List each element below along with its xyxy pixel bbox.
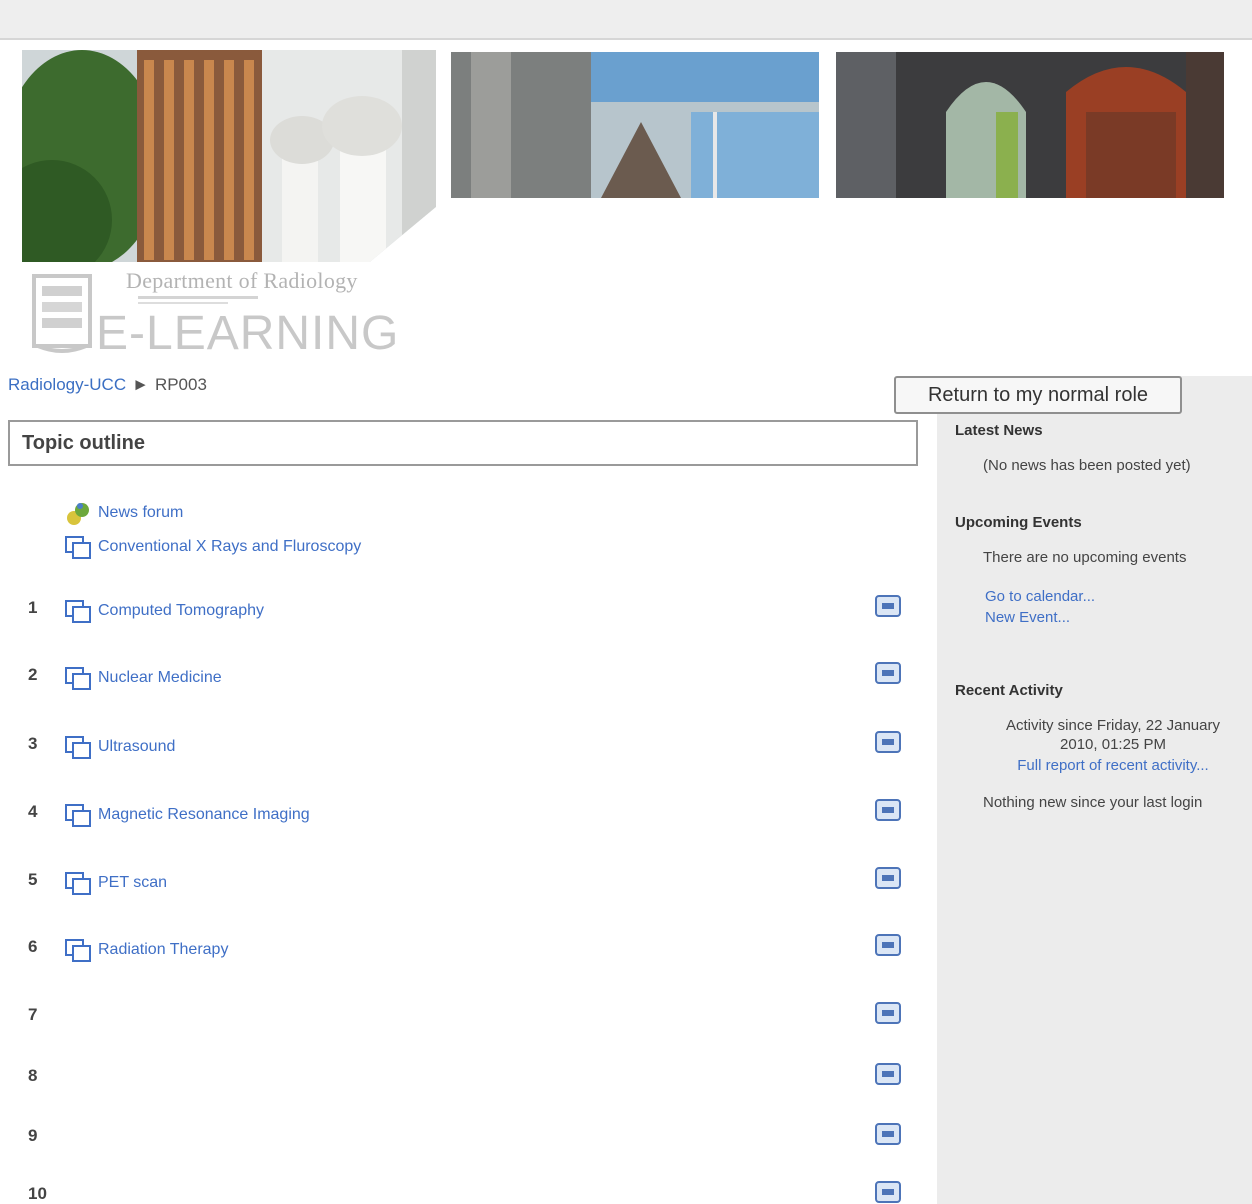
activity-since-text: Activity since Friday, 22 January <box>1006 717 1220 734</box>
return-to-normal-role-button[interactable]: Return to my normal role <box>894 376 1182 414</box>
resource-icon <box>65 939 91 962</box>
activity-conventional-xrays[interactable]: Conventional X Rays and Fluroscopy <box>64 534 361 560</box>
section-number: 8 <box>28 1066 38 1085</box>
topic-outline-title: Topic outline <box>22 432 145 454</box>
section-number: 1 <box>28 598 38 617</box>
activity-since-date: 2010, 01:25 PM <box>1060 736 1166 753</box>
resource-icon <box>65 872 91 895</box>
breadcrumb: Radiology-UCC ► RP003 <box>8 375 207 395</box>
latest-news-block: Latest News (No news has been posted yet… <box>955 422 1251 474</box>
show-only-section-icon[interactable] <box>874 594 902 618</box>
show-only-section-icon[interactable] <box>874 1062 902 1086</box>
show-only-section-icon[interactable] <box>874 730 902 754</box>
header-photo-building-columns <box>22 50 436 262</box>
go-to-calendar-link[interactable]: Go to calendar... <box>985 588 1251 605</box>
activity-link[interactable]: Radiation Therapy <box>98 941 228 959</box>
section-number: 3 <box>28 734 38 753</box>
section-number: 7 <box>28 1005 38 1024</box>
header-photo-gothic-window <box>836 52 1224 198</box>
topic-outline-header: Topic outline <box>8 420 918 466</box>
section-number: 2 <box>28 665 38 684</box>
section-row: 6 Radiation Therapy <box>0 934 930 967</box>
department-name: Department of Radiology <box>126 268 358 293</box>
latest-news-empty-text: (No news has been posted yet) <box>983 457 1191 474</box>
section-row: 2 Nuclear Medicine <box>0 662 930 695</box>
activity-link[interactable]: PET scan <box>98 874 167 892</box>
section-row: 3 Ultrasound <box>0 731 930 764</box>
upcoming-events-title: Upcoming Events <box>955 514 1082 531</box>
section-number: 4 <box>28 802 38 821</box>
department-logo: Department of Radiology E-LEARNING <box>28 266 448 360</box>
activity-ultrasound[interactable]: Ultrasound <box>64 734 175 760</box>
activity-magnetic-resonance-imaging[interactable]: Magnetic Resonance Imaging <box>64 802 310 828</box>
resource-icon <box>65 804 91 827</box>
site-title: E-LEARNING <box>96 307 400 360</box>
forum-icon <box>67 503 89 525</box>
activity-link[interactable]: News forum <box>98 504 183 522</box>
resource-icon <box>65 536 91 559</box>
show-only-section-icon[interactable] <box>874 933 902 957</box>
nothing-new-text: Nothing new since your last login <box>983 794 1203 811</box>
activity-link[interactable]: Computed Tomography <box>98 602 264 620</box>
section-row: 7 <box>0 1002 930 1035</box>
section-row: 8 <box>0 1063 930 1096</box>
activity-pet-scan[interactable]: PET scan <box>64 870 167 896</box>
section-row: 1 Computed Tomography <box>0 595 930 628</box>
breadcrumb-current: RP003 <box>154 375 207 394</box>
show-only-section-icon[interactable] <box>874 798 902 822</box>
latest-news-title: Latest News <box>955 422 1043 439</box>
show-only-section-icon[interactable] <box>874 866 902 890</box>
upcoming-events-empty-text: There are no upcoming events <box>983 549 1187 566</box>
activity-computed-tomography[interactable]: Computed Tomography <box>64 598 264 624</box>
section-number: 5 <box>28 870 38 889</box>
show-only-section-icon[interactable] <box>874 661 902 685</box>
section-number: 6 <box>28 937 38 956</box>
show-only-section-icon[interactable] <box>874 1180 902 1204</box>
show-only-section-icon[interactable] <box>874 1001 902 1025</box>
resource-icon <box>65 600 91 623</box>
section-row: 5 PET scan <box>0 867 930 900</box>
top-bar <box>0 0 1252 40</box>
activity-link[interactable]: Conventional X Rays and Fluroscopy <box>98 538 361 556</box>
recent-activity-block: Recent Activity Activity since Friday, 2… <box>955 682 1251 811</box>
activity-nuclear-medicine[interactable]: Nuclear Medicine <box>64 665 222 691</box>
activity-link[interactable]: Ultrasound <box>98 738 175 756</box>
activity-link[interactable]: Nuclear Medicine <box>98 669 222 687</box>
logo-subline <box>138 296 258 299</box>
breadcrumb-home-link[interactable]: Radiology-UCC <box>8 375 126 394</box>
section-row: 10 <box>0 1181 930 1204</box>
resource-icon <box>65 736 91 759</box>
activity-link[interactable]: Magnetic Resonance Imaging <box>98 806 310 824</box>
resource-icon <box>65 667 91 690</box>
section-row: 9 <box>0 1123 930 1156</box>
logo-subline <box>138 302 228 304</box>
recent-activity-title: Recent Activity <box>955 682 1063 699</box>
show-only-section-icon[interactable] <box>874 1122 902 1146</box>
new-event-link[interactable]: New Event... <box>985 609 1251 626</box>
section-number: 10 <box>28 1184 47 1203</box>
activity-radiation-therapy[interactable]: Radiation Therapy <box>64 937 228 963</box>
breadcrumb-separator: ► <box>132 375 149 394</box>
header-photo-stone-arch <box>451 52 819 198</box>
activity-news-forum[interactable]: News forum <box>64 500 183 526</box>
full-report-link[interactable]: Full report of recent activity... <box>975 757 1251 774</box>
upcoming-events-block: Upcoming Events There are no upcoming ev… <box>955 514 1251 626</box>
section-number: 9 <box>28 1126 38 1145</box>
crest-icon <box>32 274 92 353</box>
section-row: 4 Magnetic Resonance Imaging <box>0 799 930 832</box>
